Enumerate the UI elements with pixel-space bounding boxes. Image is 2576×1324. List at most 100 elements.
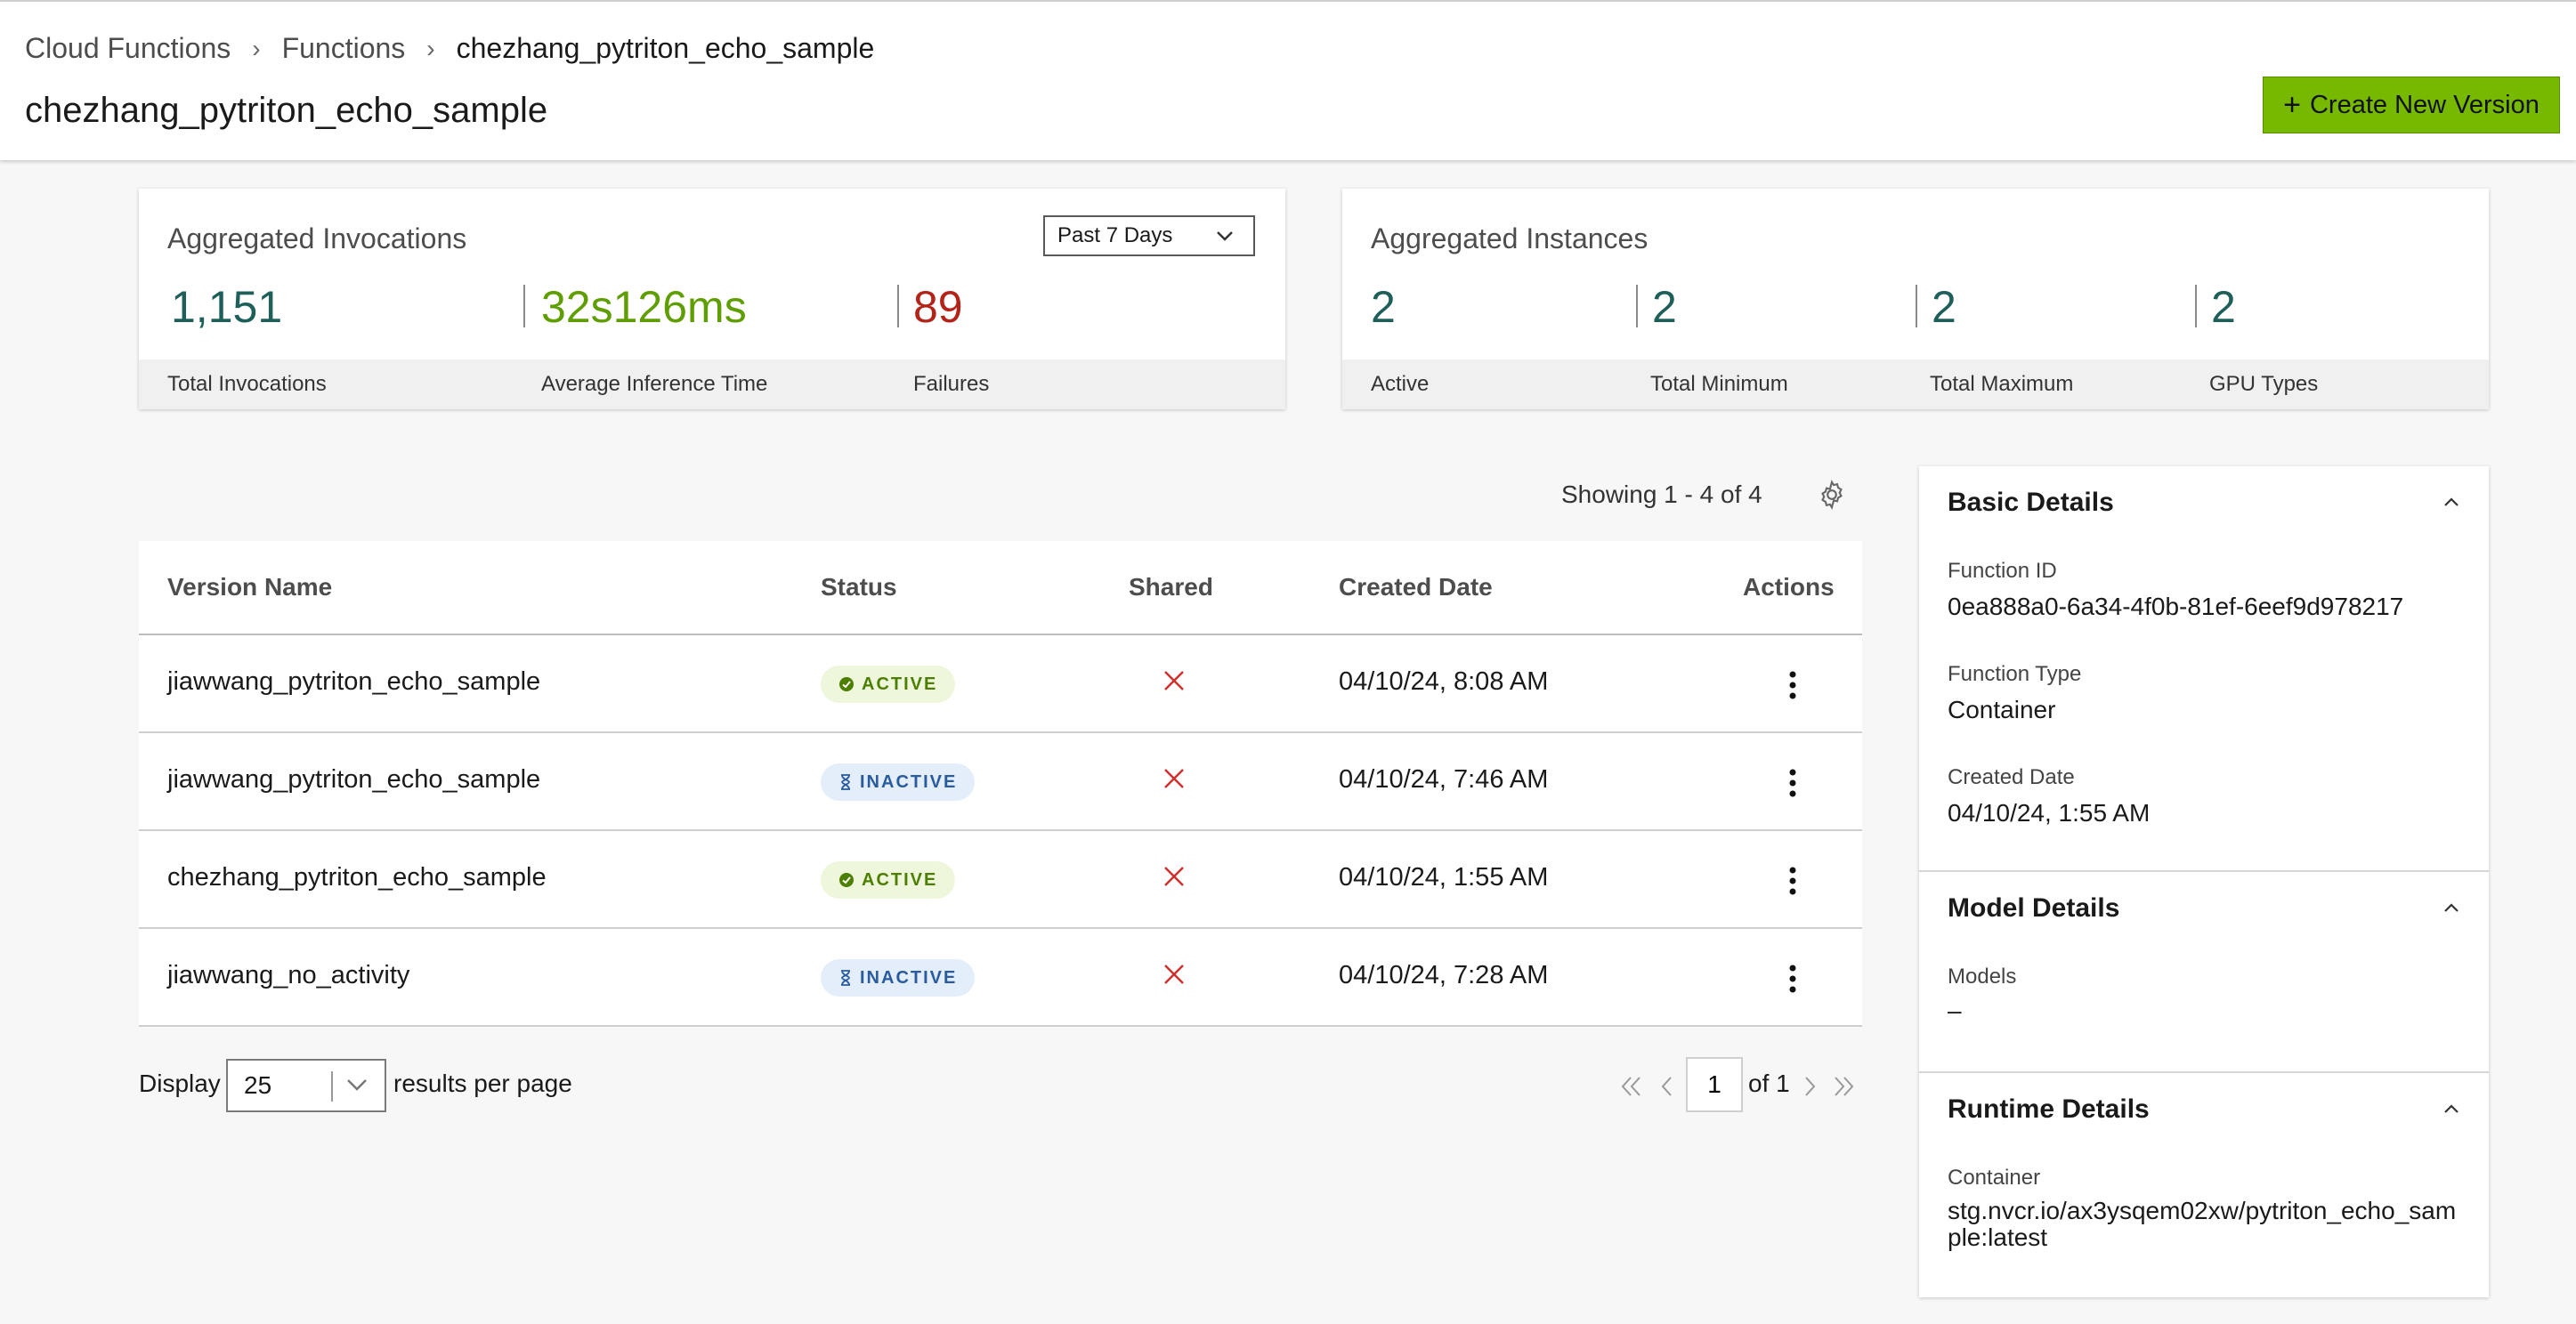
aggregated-invocations-card: Aggregated Invocations Past 7 Days 1,151… — [139, 189, 1285, 409]
chevron-right-icon: › — [426, 34, 435, 62]
column-header-status[interactable]: Status — [821, 573, 897, 601]
breadcrumb-current: chezhang_pytriton_echo_sample — [456, 32, 875, 64]
function-id-label: Function ID — [1948, 559, 2057, 583]
total-maximum-value: 2 — [1932, 282, 1956, 332]
version-name[interactable]: chezhang_pytriton_echo_sample — [167, 863, 547, 892]
created-date: 04/10/24, 7:28 AM — [1339, 961, 1549, 989]
created-date: 04/10/24, 8:08 AM — [1339, 667, 1549, 696]
status-text: INACTIVE — [860, 771, 958, 792]
column-header-shared[interactable]: Shared — [1129, 573, 1213, 601]
check-circle-icon — [839, 677, 854, 691]
per-page-value: 25 — [244, 1071, 272, 1099]
card-title: Aggregated Instances — [1371, 222, 1648, 254]
page-title: chezhang_pytriton_echo_sample — [25, 91, 548, 130]
results-per-page-label: results per page — [393, 1070, 572, 1097]
models-value: – — [1948, 997, 1962, 1024]
model-details-section: Model Details Models – — [1919, 872, 2489, 1073]
total-maximum-label: Total Maximum — [1930, 372, 2074, 396]
details-panel: Basic Details Function ID 0ea888a0-6a34-… — [1919, 466, 2489, 1297]
breadcrumb: Cloud Functions › Functions › chezhang_p… — [25, 32, 874, 65]
more-vertical-icon[interactable] — [1777, 961, 1809, 997]
more-vertical-icon[interactable] — [1777, 667, 1809, 703]
table-header: Version Name Status Shared Created Date … — [139, 541, 1862, 635]
metric-divider — [1916, 285, 1917, 327]
runtime-details-section: Runtime Details Container stg.nvcr.io/ax… — [1919, 1073, 2489, 1297]
created-date: 04/10/24, 7:46 AM — [1339, 765, 1549, 794]
status-text: INACTIVE — [860, 967, 958, 988]
per-page-select[interactable]: 25 — [226, 1059, 386, 1112]
basic-details-title: Basic Details — [1948, 488, 2114, 517]
function-type-label: Function Type — [1948, 662, 2082, 686]
container-label: Container — [1948, 1166, 2041, 1190]
active-instances-label: Active — [1371, 372, 1430, 396]
status-badge: INACTIVE — [821, 763, 976, 801]
status-text: ACTIVE — [862, 674, 938, 694]
page-number-input[interactable] — [1686, 1057, 1743, 1112]
results-count: Showing 1 - 4 of 4 — [1561, 480, 1762, 508]
version-name[interactable]: jiawwang_pytriton_echo_sample — [167, 667, 540, 697]
versions-table: Version Name Status Shared Created Date … — [139, 541, 1862, 1027]
metric-divider — [1636, 285, 1638, 327]
gpu-types-label: GPU Types — [2209, 372, 2319, 396]
metric-divider — [897, 285, 899, 327]
table-row[interactable]: jiawwang_pytriton_echo_sample INACTIVE 0… — [139, 733, 1862, 831]
average-inference-time-value: 32s126ms — [541, 282, 747, 332]
chevron-up-icon[interactable] — [2441, 491, 2462, 513]
more-vertical-icon[interactable] — [1777, 765, 1809, 801]
function-id-value: 0ea888a0-6a34-4f0b-81ef-6eef9d978217 — [1948, 593, 2404, 620]
chevron-up-icon[interactable] — [2441, 897, 2462, 918]
table-row[interactable]: chezhang_pytriton_echo_sample ACTIVE 04/… — [139, 831, 1862, 929]
status-badge: ACTIVE — [821, 861, 956, 899]
period-select[interactable]: Past 7 Days — [1043, 215, 1255, 256]
total-minimum-label: Total Minimum — [1650, 372, 1788, 396]
container-value: stg.nvcr.io/ax3ysqem02xw/pytriton_echo_s… — [1948, 1197, 2457, 1251]
status-badge: ACTIVE — [821, 666, 956, 703]
version-name[interactable]: jiawwang_pytriton_echo_sample — [167, 765, 540, 795]
card-title: Aggregated Invocations — [167, 222, 467, 254]
previous-page-icon[interactable] — [1654, 1073, 1681, 1100]
chevron-up-icon[interactable] — [2441, 1098, 2462, 1119]
chevron-down-icon — [1217, 231, 1233, 241]
hourglass-icon — [841, 970, 850, 986]
column-header-actions: Actions — [1743, 573, 1835, 601]
chevron-right-icon: › — [252, 34, 261, 62]
models-label: Models — [1948, 965, 2017, 989]
metric-divider — [523, 285, 525, 327]
last-page-icon[interactable] — [1830, 1073, 1857, 1100]
create-new-version-button[interactable]: + Create New Version — [2263, 77, 2560, 133]
function-type-value: Container — [1948, 696, 2056, 723]
status-text: ACTIVE — [862, 869, 938, 890]
gear-icon[interactable] — [1816, 479, 1848, 511]
runtime-details-title: Runtime Details — [1948, 1094, 2150, 1124]
page-header: Cloud Functions › Functions › chezhang_p… — [0, 0, 2576, 160]
column-header-created-date[interactable]: Created Date — [1339, 573, 1493, 601]
close-icon — [1164, 965, 1184, 984]
status-badge: INACTIVE — [821, 959, 976, 997]
select-divider — [331, 1071, 333, 1102]
next-page-icon[interactable] — [1796, 1073, 1823, 1100]
period-select-value: Past 7 Days — [1057, 223, 1173, 247]
table-row[interactable]: jiawwang_pytriton_echo_sample ACTIVE 04/… — [139, 635, 1862, 733]
version-name[interactable]: jiawwang_no_activity — [167, 961, 409, 990]
failures-value: 89 — [913, 282, 963, 332]
gpu-types-value: 2 — [2211, 282, 2236, 332]
plus-icon: + — [2283, 88, 2301, 122]
chevron-down-icon — [347, 1079, 367, 1091]
metric-divider — [2195, 285, 2197, 327]
breadcrumb-functions[interactable]: Functions — [282, 32, 406, 65]
created-date-label: Created Date — [1948, 765, 2075, 789]
created-date: 04/10/24, 1:55 AM — [1339, 863, 1549, 892]
basic-details-section: Basic Details Function ID 0ea888a0-6a34-… — [1919, 466, 2489, 872]
average-inference-time-label: Average Inference Time — [541, 372, 768, 396]
total-invocations-value: 1,151 — [171, 282, 283, 332]
close-icon — [1164, 867, 1184, 886]
more-vertical-icon[interactable] — [1777, 863, 1809, 899]
created-date-value: 04/10/24, 1:55 AM — [1948, 799, 2151, 827]
close-icon — [1164, 671, 1184, 690]
aggregated-instances-card: Aggregated Instances 2 2 2 2 Active Tota… — [1342, 189, 2489, 409]
first-page-icon[interactable] — [1618, 1073, 1645, 1100]
breadcrumb-cloud-functions[interactable]: Cloud Functions — [25, 32, 231, 65]
table-row[interactable]: jiawwang_no_activity INACTIVE 04/10/24, … — [139, 929, 1862, 1027]
column-header-version-name[interactable]: Version Name — [167, 573, 332, 601]
display-label: Display — [139, 1070, 221, 1097]
